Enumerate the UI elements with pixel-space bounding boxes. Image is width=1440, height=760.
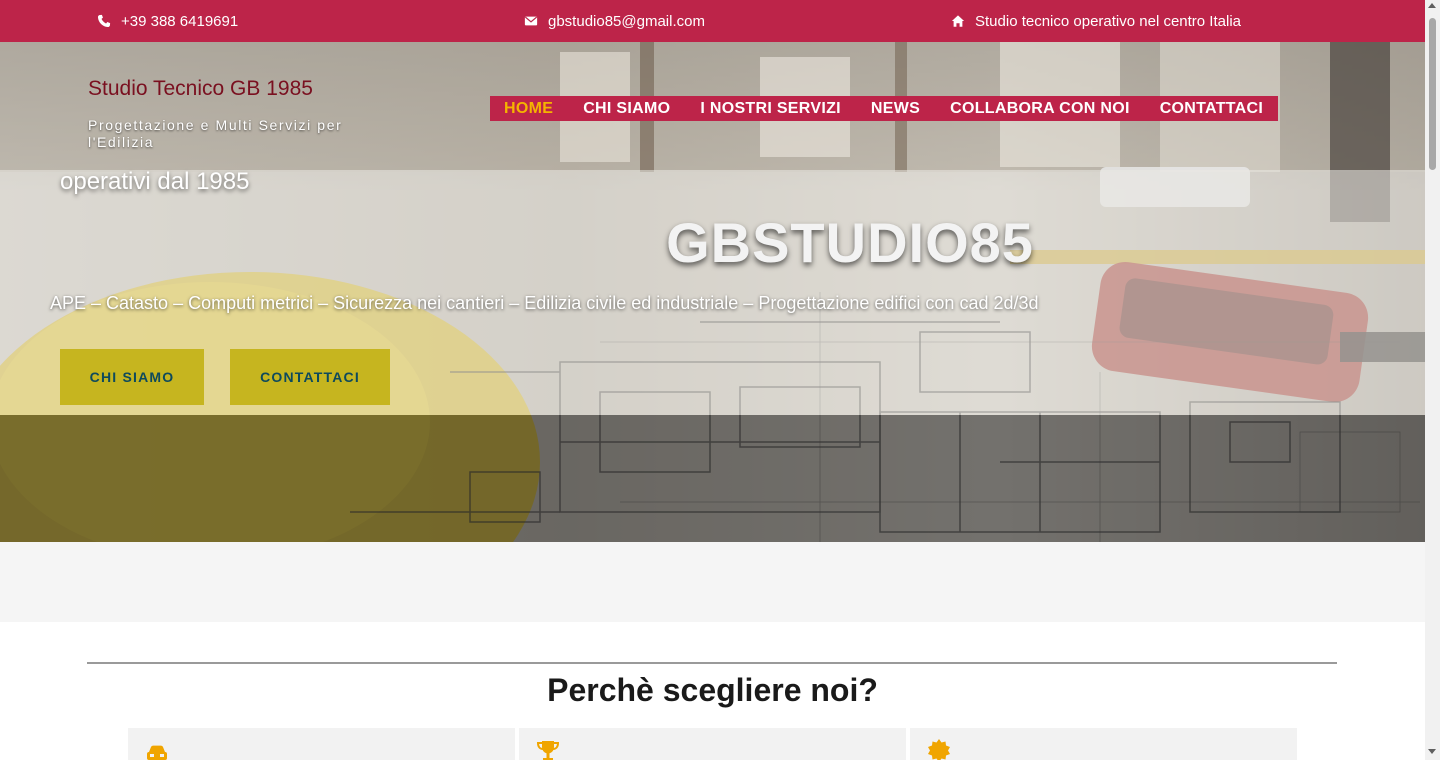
scroll-down-arrow-icon[interactable] [1428,749,1436,754]
nav-item-contattaci[interactable]: CONTATTACI [1160,100,1263,118]
section-divider [87,662,1337,664]
email-contact[interactable]: gbstudio85@gmail.com [524,0,705,42]
home-icon [951,14,965,28]
grey-spacer-strip [0,542,1425,622]
main-navigation: HOME CHI SIAMO I NOSTRI SERVIZI NEWS COL… [490,96,1279,121]
hero-subtitle: APE – Catasto – Computi metrici – Sicure… [50,293,1039,313]
hero-bottom-shade [0,415,1425,542]
scroll-up-arrow-icon[interactable] [1428,3,1436,8]
page: +39 388 6419691 gbstudio85@gmail.com Stu… [0,0,1425,760]
nav-item-home[interactable]: HOME [504,100,553,118]
site-title[interactable]: Studio Tecnico GB 1985 [88,77,313,101]
top-contact-bar: +39 388 6419691 gbstudio85@gmail.com Stu… [0,0,1425,42]
scrollbar-thumb[interactable] [1429,18,1436,170]
nav-item-news[interactable]: NEWS [871,100,920,118]
page-scrollbar[interactable] [1425,0,1440,760]
location-info: Studio tecnico operativo nel centro Ital… [951,0,1241,42]
car-icon [147,745,167,760]
hero-title: GBSTUDIO85 [666,211,1034,274]
certificate-icon [928,739,950,760]
contattaci-button[interactable]: CONTATTACI [230,349,390,405]
site-tagline: Progettazione e Multi Servizi per l'Edil… [88,117,343,150]
phone-icon [97,14,111,28]
feature-card [128,728,515,760]
nav-item-servizi[interactable]: I NOSTRI SERVIZI [700,100,841,118]
location-text: Studio tecnico operativo nel centro Ital… [975,12,1241,30]
chi-siamo-button[interactable]: CHI SIAMO [60,349,204,405]
envelope-icon [524,14,538,28]
feature-card [519,728,906,760]
trophy-icon [536,741,560,760]
why-choose-us-heading: Perchè scegliere noi? [547,672,878,708]
nav-item-chi-siamo[interactable]: CHI SIAMO [583,100,670,118]
phone-contact[interactable]: +39 388 6419691 [97,0,238,42]
feature-card [910,728,1297,760]
nav-item-collabora[interactable]: COLLABORA CON NOI [950,100,1130,118]
phone-number: +39 388 6419691 [121,12,239,30]
since-text: operativi dal 1985 [60,168,250,195]
email-address: gbstudio85@gmail.com [548,12,705,30]
